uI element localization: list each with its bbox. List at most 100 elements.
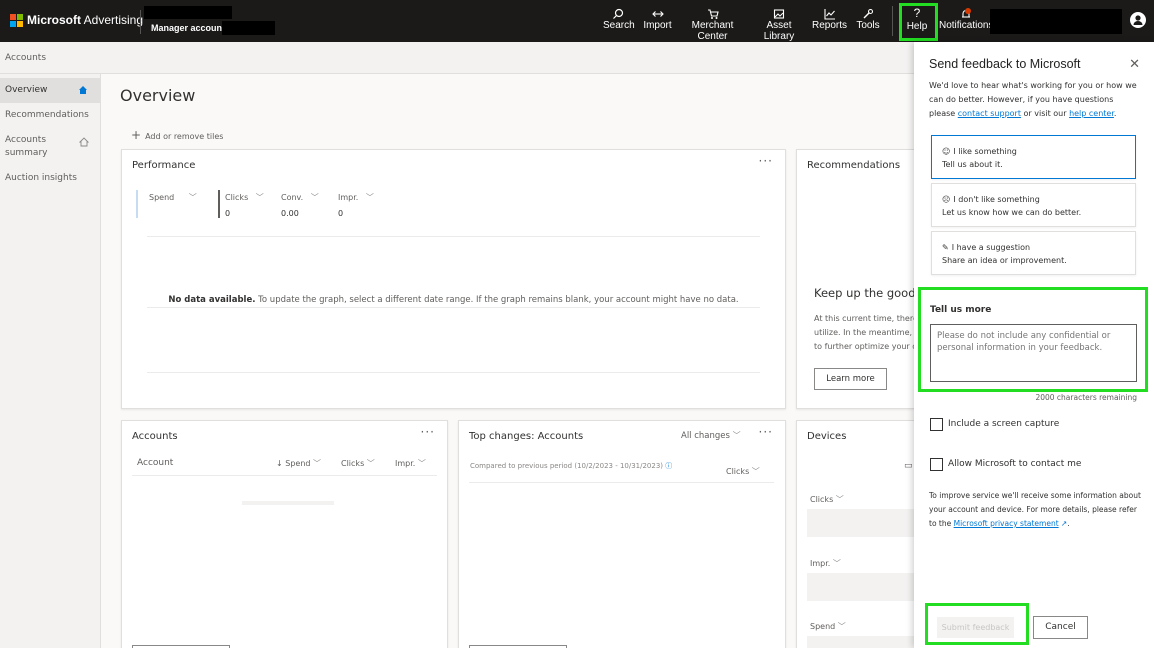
smile-icon: ☺: [942, 147, 951, 156]
accounts-card: Accounts ··· Account ↓ Spend ﹀ Clicks ﹀ …: [121, 420, 448, 648]
column-clicks[interactable]: Clicks ﹀: [341, 458, 375, 469]
nav-asset-library-button[interactable]: Asset Library: [752, 6, 806, 42]
contact-me-checkbox[interactable]: [930, 458, 943, 471]
devices-metric-impr[interactable]: Impr. ﹀: [810, 558, 841, 569]
devices-card: Devices ▭ Clicks ﹀ Impr. ﹀ Spend ﹀: [796, 420, 915, 648]
sidebar-item-label: Overview: [5, 85, 48, 95]
sidebar-item-label: Auction insights: [5, 173, 77, 183]
chevron-down-icon: ﹀: [313, 459, 322, 468]
redacted-user-info: [990, 9, 1122, 34]
recommendations-line: At this current time, there: [814, 314, 918, 323]
metric-impr[interactable]: Impr. ﹀ 0: [338, 192, 374, 218]
metric-spend[interactable]: Spend ﹀: [149, 192, 197, 209]
nav-merchant-label: Merchant Center: [691, 20, 734, 42]
contact-support-link[interactable]: contact support: [958, 109, 1021, 118]
add-tiles-button[interactable]: + Add or remove tiles: [131, 128, 223, 142]
metric-clicks[interactable]: Clicks ﹀ 0: [225, 192, 264, 218]
option-subtitle: Share an idea or improvement.: [942, 256, 1067, 265]
nav-import-button[interactable]: Import: [641, 6, 674, 38]
help-center-link[interactable]: help center: [1069, 109, 1114, 118]
chart-gridline: [147, 236, 760, 237]
compare-period-text: Compared to previous period (10/2/2023 -…: [470, 461, 672, 471]
no-data-bold: No data available.: [168, 295, 256, 305]
sidebar-item-label: Accounts summary: [5, 135, 48, 158]
brand-product: Advertising: [83, 13, 144, 27]
table-divider: [132, 475, 437, 476]
avatar[interactable]: [1130, 12, 1146, 28]
performance-card: Performance ··· Spend ﹀ Clicks ﹀ 0 Conv.…: [121, 149, 786, 409]
metric-label: Clicks: [726, 467, 750, 476]
learn-more-button[interactable]: Learn more: [814, 368, 887, 390]
recommendations-card: Recommendations Keep up the good w At th…: [796, 149, 929, 409]
option-dislike-something[interactable]: ☹ I don't like something Let us know how …: [931, 183, 1136, 227]
column-account[interactable]: Account: [137, 458, 173, 468]
top-changes-title: Top changes: Accounts: [469, 431, 584, 442]
contact-me-label[interactable]: Allow Microsoft to contact me: [948, 459, 1081, 469]
chevron-down-icon: ﹀: [751, 467, 760, 476]
person-icon: [1133, 15, 1143, 25]
feedback-title: Send feedback to Microsoft: [929, 57, 1081, 71]
option-like-something[interactable]: ☺ I like something Tell us about it.: [931, 135, 1136, 179]
devices-metric-spend[interactable]: Spend ﹀: [810, 621, 846, 632]
redacted-account-name: [144, 6, 232, 19]
series-color-marker: [218, 190, 220, 218]
chevron-down-icon: ﹀: [310, 193, 319, 202]
nav-import-label: Import: [643, 20, 672, 31]
accounts-title: Accounts: [132, 431, 178, 442]
characters-remaining: 2000 characters remaining: [1035, 393, 1137, 402]
sidebar-item-accounts-summary[interactable]: Accounts summary: [0, 128, 90, 166]
performance-title: Performance: [132, 160, 196, 171]
sidebar-item-recommendations[interactable]: Recommendations: [0, 103, 100, 128]
metric-conv[interactable]: Conv. ﹀ 0.00: [281, 192, 319, 218]
all-changes-dropdown[interactable]: All changes ﹀: [681, 430, 741, 441]
metric-label: Impr.: [338, 193, 359, 202]
metric-dropdown[interactable]: Clicks ﹀: [726, 466, 760, 477]
home-outline-icon[interactable]: [78, 137, 90, 152]
page-title: Overview: [120, 86, 196, 105]
chevron-down-icon: ﹀: [837, 622, 846, 631]
recommendations-line: utilize. In the meantime, v: [814, 328, 920, 337]
more-options-icon[interactable]: ···: [421, 425, 435, 439]
metric-value: 0: [338, 209, 344, 218]
help-highlight-box: [899, 3, 938, 41]
sidebar-item-auction-insights[interactable]: Auction insights: [0, 166, 100, 191]
nav-reports-button[interactable]: Reports: [812, 6, 847, 38]
loading-placeholder: [242, 501, 334, 505]
close-icon[interactable]: ✕: [1129, 57, 1140, 72]
option-suggestion[interactable]: ✎ I have a suggestion Share an idea or im…: [931, 231, 1136, 275]
metric-label: Conv.: [281, 193, 304, 202]
microsoft-logo-icon[interactable]: [10, 14, 23, 27]
manager-account-label[interactable]: Manager account: [151, 23, 225, 33]
metric-label: Clicks: [225, 193, 249, 202]
option-title: I like something: [953, 147, 1017, 156]
column-impr[interactable]: Impr. ﹀: [395, 458, 426, 469]
suggestion-icon: ✎: [942, 243, 949, 252]
textarea-highlight-box: [918, 287, 1148, 392]
privacy-statement-link[interactable]: Microsoft privacy statement: [954, 519, 1059, 528]
screen-capture-checkbox[interactable]: [930, 418, 943, 431]
cancel-button[interactable]: Cancel: [1033, 616, 1088, 639]
column-spend[interactable]: ↓ Spend ﹀: [276, 458, 321, 469]
more-options-icon[interactable]: ···: [759, 425, 773, 439]
chart-icon: [823, 9, 835, 20]
notification-badge: [965, 8, 971, 14]
info-icon[interactable]: ⓘ: [665, 462, 672, 470]
breadcrumb-accounts[interactable]: Accounts: [5, 53, 46, 63]
more-options-icon[interactable]: ···: [759, 154, 773, 168]
breadcrumb[interactable]: Accounts: [0, 42, 914, 74]
nav-search-button[interactable]: Search: [603, 6, 635, 38]
brand-microsoft: Microsoft: [27, 13, 81, 27]
metric-label: Spend: [810, 622, 836, 631]
nav-merchant-center-button[interactable]: Merchant Center: [678, 6, 747, 42]
search-icon: [613, 8, 624, 19]
sidebar-item-overview[interactable]: Overview: [0, 78, 100, 103]
asset-library-icon: [773, 9, 785, 19]
metric-value: 0: [225, 209, 231, 218]
nav-asset-library-label: Asset Library: [763, 20, 795, 42]
devices-metric-clicks[interactable]: Clicks ﹀: [810, 494, 844, 505]
brand-name[interactable]: Microsoft Advertising: [27, 13, 143, 27]
screen-capture-label[interactable]: Include a screen capture: [948, 419, 1059, 429]
option-title: I don't like something: [953, 195, 1040, 204]
nav-divider: [892, 6, 893, 36]
nav-tools-button[interactable]: Tools: [854, 6, 882, 38]
